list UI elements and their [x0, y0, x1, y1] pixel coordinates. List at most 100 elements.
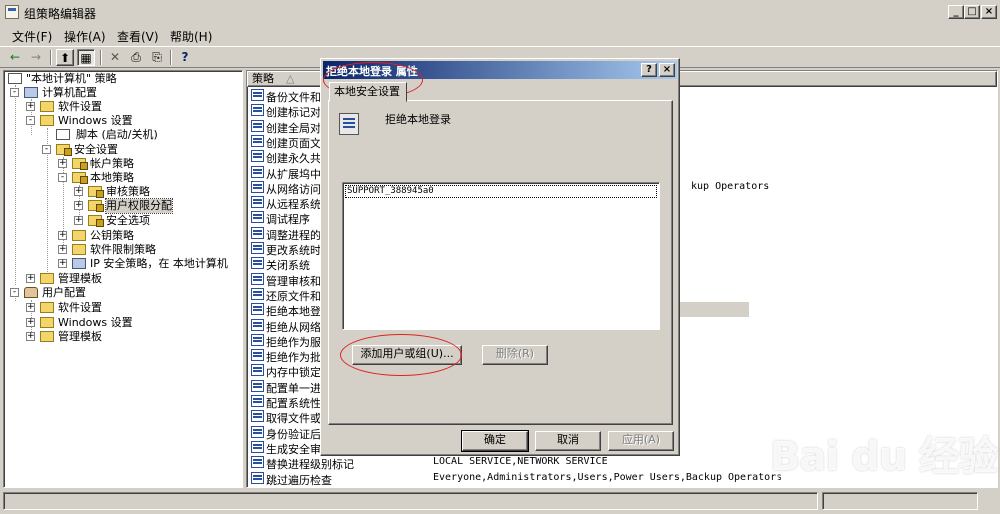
folder-icon	[40, 101, 54, 112]
expand-icon[interactable]: +	[26, 318, 35, 327]
expand-icon[interactable]: +	[58, 231, 67, 240]
policy-item-icon	[251, 242, 264, 254]
toolbar-separator	[100, 50, 102, 65]
tree-public-key-policies[interactable]: + 公钥策略	[58, 229, 228, 243]
policy-item-icon	[251, 287, 264, 300]
status-bar	[0, 492, 1000, 512]
collapse-icon[interactable]: -	[10, 288, 19, 297]
cancel-button[interactable]: 取消	[535, 431, 601, 451]
tree-security-options[interactable]: + 安全选项	[74, 214, 234, 228]
tree-ip-security[interactable]: + IP 安全策略，在 本地计算机	[58, 257, 242, 271]
tree-user-windows-settings[interactable]: + Windows 设置	[26, 316, 226, 330]
collapse-icon[interactable]: -	[58, 173, 67, 182]
expand-icon[interactable]: +	[26, 274, 35, 283]
tree-software-restriction[interactable]: + 软件限制策略	[58, 243, 228, 257]
policy-item-icon	[251, 395, 264, 407]
computer-icon	[24, 87, 38, 98]
close-button[interactable]: ×	[981, 5, 997, 19]
expand-icon[interactable]: +	[74, 201, 83, 210]
tree-account-policies[interactable]: + 帐户策略	[58, 157, 228, 171]
expand-icon[interactable]: +	[74, 187, 83, 196]
toolbar-separator	[50, 50, 52, 65]
collapse-icon[interactable]: -	[10, 88, 19, 97]
folder-icon	[40, 317, 54, 328]
policy-item-icon	[251, 364, 264, 377]
expand-icon[interactable]: +	[26, 102, 35, 111]
setting-cell: LOCAL SERVICE,NETWORK SERVICE	[433, 456, 608, 468]
policy-item-icon	[251, 440, 264, 453]
policy-item-icon	[251, 211, 264, 224]
remove-button[interactable]: 删除(R)	[482, 345, 548, 365]
folder-icon	[40, 331, 54, 342]
collapse-icon[interactable]: -	[42, 145, 51, 154]
expand-icon[interactable]: +	[26, 303, 35, 312]
status-cell	[3, 492, 818, 510]
ok-button[interactable]: 确定	[461, 430, 529, 452]
properties-dialog: 拒绝本地登录 属性 ? × 本地安全设置 拒绝本地登录 SUPPORT_3889…	[320, 58, 680, 456]
dialog-help-button[interactable]: ?	[641, 63, 657, 77]
users-listbox[interactable]: SUPPORT_388945a0	[342, 182, 660, 330]
tree-windows-settings[interactable]: - Windows 设置	[26, 114, 226, 128]
expand-icon[interactable]: +	[74, 216, 83, 225]
show-hide-tree-icon[interactable]: ▦	[77, 49, 95, 66]
policy-item-icon	[251, 226, 264, 239]
expand-icon[interactable]: +	[58, 159, 67, 168]
policy-item-icon	[251, 349, 264, 362]
tree-user-rights-assignment[interactable]: + 用户权限分配	[74, 198, 234, 214]
user-entry[interactable]: SUPPORT_388945a0	[345, 185, 657, 198]
window-titlebar: 组策略编辑器 _ □ ×	[0, 0, 1000, 26]
gpedit-app-icon	[5, 5, 19, 19]
menu-file[interactable]: 文件(F)	[12, 28, 52, 45]
tree-admin-templates[interactable]: + 管理模板	[26, 272, 226, 286]
minimize-button[interactable]: _	[948, 5, 964, 19]
secure-folder-icon	[88, 186, 104, 198]
table-row[interactable]: 替换进程级别标记	[249, 455, 433, 471]
maximize-button[interactable]: □	[964, 5, 980, 19]
folder-icon	[40, 273, 54, 284]
policy-item-icon	[251, 165, 264, 178]
properties-icon[interactable]: ⎙	[127, 49, 145, 66]
tree-root-local-computer-policy[interactable]: "本地计算机" 策略	[6, 72, 236, 86]
tree-security-settings[interactable]: - 安全设置	[42, 143, 222, 157]
policy-item-icon	[251, 486, 264, 487]
menu-help[interactable]: 帮助(H)	[170, 28, 212, 45]
policy-item-icon	[251, 134, 264, 147]
tree-software-settings[interactable]: + 软件设置	[26, 100, 226, 114]
table-row[interactable]: 跳过遍历检查	[249, 471, 433, 487]
tree-user-config[interactable]: - 用户配置	[10, 286, 230, 300]
menu-view[interactable]: 查看(V)	[117, 28, 159, 45]
policy-item-icon	[251, 410, 264, 423]
policy-item-icon	[251, 333, 264, 346]
table-row[interactable]: 通过终端服务拒绝登录	[249, 486, 433, 487]
tab-local-security-setting[interactable]: 本地安全设置	[329, 82, 407, 102]
dialog-close-button[interactable]: ×	[659, 63, 675, 77]
add-user-or-group-button[interactable]: 添加用户或组(U)...	[352, 345, 462, 365]
apply-button[interactable]: 应用(A)	[608, 431, 674, 451]
tree-user-software-settings[interactable]: + 软件设置	[26, 301, 226, 315]
export-list-icon[interactable]: ⎘	[148, 49, 166, 66]
setting-cell: Everyone,Administrators,Users,Power User…	[433, 471, 783, 483]
expand-icon[interactable]: +	[58, 245, 67, 254]
menu-action[interactable]: 操作(A)	[64, 28, 106, 45]
status-cell	[822, 492, 978, 510]
tree-local-policies[interactable]: - 本地策略	[58, 171, 228, 185]
policy-item-icon	[251, 196, 264, 209]
policy-icon	[339, 113, 359, 135]
tree-scripts[interactable]: 脚本 (启动/关机)	[42, 128, 222, 142]
policy-name: 拒绝本地登录	[385, 113, 451, 126]
tree-user-admin-templates[interactable]: + 管理模板	[26, 330, 226, 344]
collapse-icon[interactable]: -	[26, 116, 35, 125]
policy-item-icon	[251, 425, 264, 438]
policy-item-icon	[251, 180, 264, 193]
expand-icon[interactable]: +	[58, 259, 67, 268]
tree-computer-config[interactable]: - 计算机配置	[10, 86, 230, 100]
tree-audit-policy[interactable]: + 审核策略	[74, 185, 234, 199]
back-icon[interactable]: ←	[6, 49, 24, 66]
delete-icon[interactable]: ✕	[106, 49, 124, 66]
script-icon	[56, 129, 70, 140]
expand-icon[interactable]: +	[26, 332, 35, 341]
up-one-level-icon[interactable]: ⬆	[56, 49, 74, 66]
help-icon[interactable]: ?	[176, 49, 194, 66]
policy-item-icon	[251, 272, 264, 285]
forward-icon[interactable]: →	[27, 49, 45, 66]
